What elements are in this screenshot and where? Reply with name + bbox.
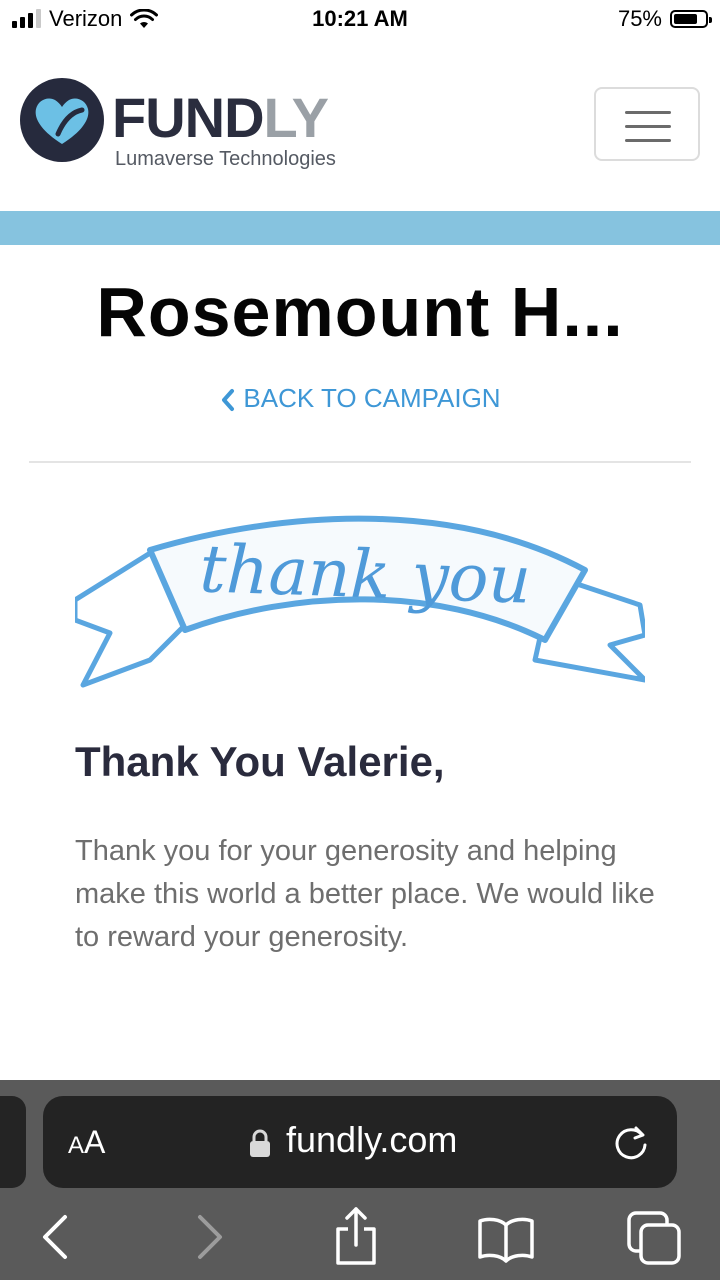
bookmarks-icon xyxy=(478,1217,534,1263)
share-button[interactable] xyxy=(326,1207,386,1267)
forward-icon xyxy=(198,1215,222,1259)
forward-button[interactable] xyxy=(180,1207,240,1267)
menu-button[interactable] xyxy=(594,87,700,161)
status-bar: Verizon 10:21 AM 75% xyxy=(0,0,720,40)
thank-you-message: Thank you for your generosity and helpin… xyxy=(75,835,655,953)
banner-text: thank you xyxy=(198,530,532,619)
reload-icon[interactable] xyxy=(612,1123,650,1161)
logo-subtitle: Lumaverse Technologies xyxy=(115,148,336,170)
battery-icon xyxy=(670,10,712,28)
lock-icon xyxy=(250,1129,270,1157)
share-icon xyxy=(336,1207,376,1265)
chevron-left-icon xyxy=(222,389,235,412)
back-to-campaign-link[interactable]: BACK TO CAMPAIGN xyxy=(0,383,720,414)
back-icon xyxy=(43,1215,67,1259)
campaign-title: Rosemount H... xyxy=(96,273,624,351)
status-right: 75% xyxy=(617,6,712,32)
thank-you-heading: Thank You Valerie, xyxy=(75,738,445,785)
text-size-button[interactable]: AA xyxy=(68,1124,105,1161)
header-band xyxy=(0,211,720,245)
back-link-label: BACK TO CAMPAIGN xyxy=(243,383,501,413)
logo-wordmark: FUNDLY xyxy=(112,86,329,149)
fundly-logo[interactable]: FUNDLY Lumaverse Technologies xyxy=(20,76,340,176)
previous-tab-preview[interactable] xyxy=(0,1096,26,1188)
back-button[interactable] xyxy=(25,1207,85,1267)
hamburger-icon xyxy=(625,111,671,114)
thank-you-banner: thank you xyxy=(75,515,645,688)
battery-percent: 75% xyxy=(617,6,662,31)
bookmarks-button[interactable] xyxy=(476,1207,536,1267)
tabs-icon xyxy=(627,1211,681,1265)
content-divider xyxy=(29,461,691,463)
clock: 10:21 AM xyxy=(312,6,408,31)
tabs-button[interactable] xyxy=(625,1207,685,1267)
url-text[interactable]: fundly.com xyxy=(286,1119,457,1161)
heart-icon xyxy=(20,78,104,162)
